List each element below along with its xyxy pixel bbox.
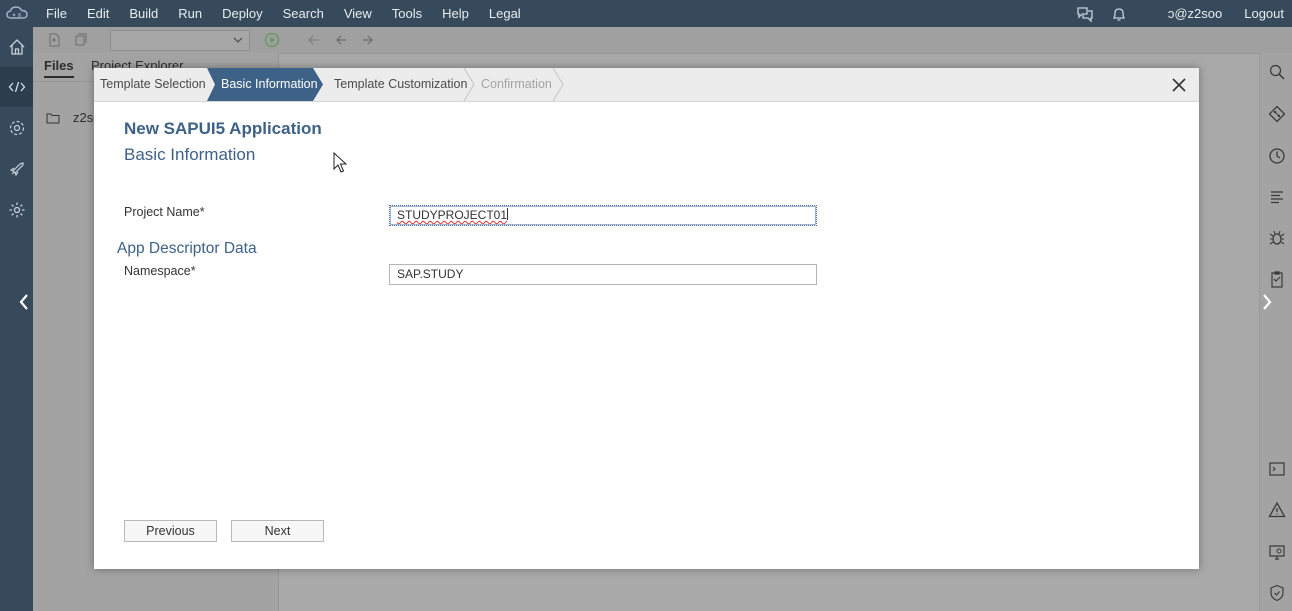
main-menu: File Edit Build Run Deploy Search View T… — [36, 0, 531, 27]
menu-deploy[interactable]: Deploy — [222, 6, 262, 21]
dialog-title: New SAPUI5 Application — [124, 119, 322, 138]
left-sidebar — [0, 27, 33, 611]
menu-view[interactable]: View — [344, 6, 372, 21]
sap-cloud-logo-icon[interactable] — [6, 5, 28, 21]
home-icon[interactable] — [0, 27, 33, 67]
security-shield-icon[interactable] — [1260, 578, 1292, 608]
services-icon[interactable] — [0, 108, 33, 148]
project-name-input[interactable]: STUDYPROJECT01 — [389, 205, 817, 226]
user-name[interactable]: ɔ@z2soo — [1168, 6, 1222, 21]
mouse-pointer-icon — [333, 151, 348, 177]
development-icon[interactable] — [0, 67, 33, 107]
settings-gear-icon[interactable] — [0, 190, 33, 230]
project-name-value: STUDYPROJECT01 — [397, 208, 508, 222]
menu-help[interactable]: Help — [442, 6, 469, 21]
step-separator-chevron-end — [552, 68, 564, 101]
test-clipboard-icon[interactable] — [1260, 264, 1292, 294]
project-name-label: Project Name* — [124, 205, 205, 219]
git-icon[interactable] — [1260, 99, 1292, 129]
namespace-value: SAP.STUDY — [397, 267, 464, 281]
previous-button[interactable]: Previous — [124, 520, 217, 542]
history-clock-icon[interactable] — [1260, 141, 1292, 171]
namespace-input[interactable]: SAP.STUDY — [389, 264, 817, 285]
collapse-right-arrow-icon[interactable] — [1260, 292, 1274, 318]
navigate-forward-icon[interactable] — [360, 32, 376, 48]
menu-run[interactable]: Run — [178, 6, 202, 21]
save-all-icon[interactable] — [73, 32, 89, 48]
app-descriptor-section-title: App Descriptor Data — [117, 240, 257, 257]
debugger-bug-icon[interactable] — [1260, 223, 1292, 253]
run-configuration-select[interactable] — [110, 30, 250, 51]
chat-icon[interactable] — [1076, 5, 1094, 23]
menu-tools[interactable]: Tools — [392, 6, 422, 21]
page-subtitle: Basic Information — [124, 145, 256, 164]
menu-file[interactable]: File — [46, 6, 67, 21]
step-template-customization[interactable]: Template Customization — [334, 68, 467, 101]
last-edit-location-icon[interactable] — [306, 32, 322, 48]
collapse-left-arrow-icon[interactable] — [17, 292, 31, 318]
preferences-monitor-icon[interactable] — [1260, 537, 1292, 567]
next-button[interactable]: Next — [231, 520, 324, 542]
menu-search[interactable]: Search — [283, 6, 324, 21]
menu-build[interactable]: Build — [129, 6, 158, 21]
logout-link[interactable]: Logout — [1244, 6, 1284, 21]
menu-bar: File Edit Build Run Deploy Search View T… — [0, 0, 1292, 27]
outline-icon[interactable] — [1260, 182, 1292, 212]
step-basic-information[interactable]: Basic Information — [221, 68, 318, 101]
toolbar — [33, 27, 1292, 54]
navigate-back-icon[interactable] — [333, 32, 349, 48]
problems-warning-icon[interactable] — [1260, 495, 1292, 525]
search-icon[interactable] — [1260, 57, 1292, 87]
menu-edit[interactable]: Edit — [87, 6, 109, 21]
console-icon[interactable] — [1260, 454, 1292, 484]
new-app-wizard-dialog: Template Selection Basic Information Tem… — [94, 68, 1199, 569]
namespace-label: Namespace* — [124, 264, 196, 278]
user-area: ɔ@z2soo Logout — [1068, 0, 1292, 27]
new-file-icon[interactable] — [46, 32, 62, 48]
step-confirmation[interactable]: Confirmation — [481, 68, 552, 101]
tab-files[interactable]: Files — [44, 58, 74, 78]
notification-bell-icon[interactable] — [1110, 5, 1128, 23]
step-template-selection[interactable]: Template Selection — [100, 68, 206, 101]
right-sidebar — [1259, 53, 1292, 611]
wizard-steps-bar: Template Selection Basic Information Tem… — [94, 68, 1199, 102]
deploy-rocket-icon[interactable] — [0, 149, 33, 189]
text-caret — [507, 208, 509, 220]
run-play-icon[interactable] — [264, 32, 280, 48]
folder-icon — [46, 112, 60, 127]
menu-legal[interactable]: Legal — [489, 6, 521, 21]
close-icon[interactable] — [1169, 75, 1189, 95]
step-separator-chevron — [463, 68, 475, 101]
